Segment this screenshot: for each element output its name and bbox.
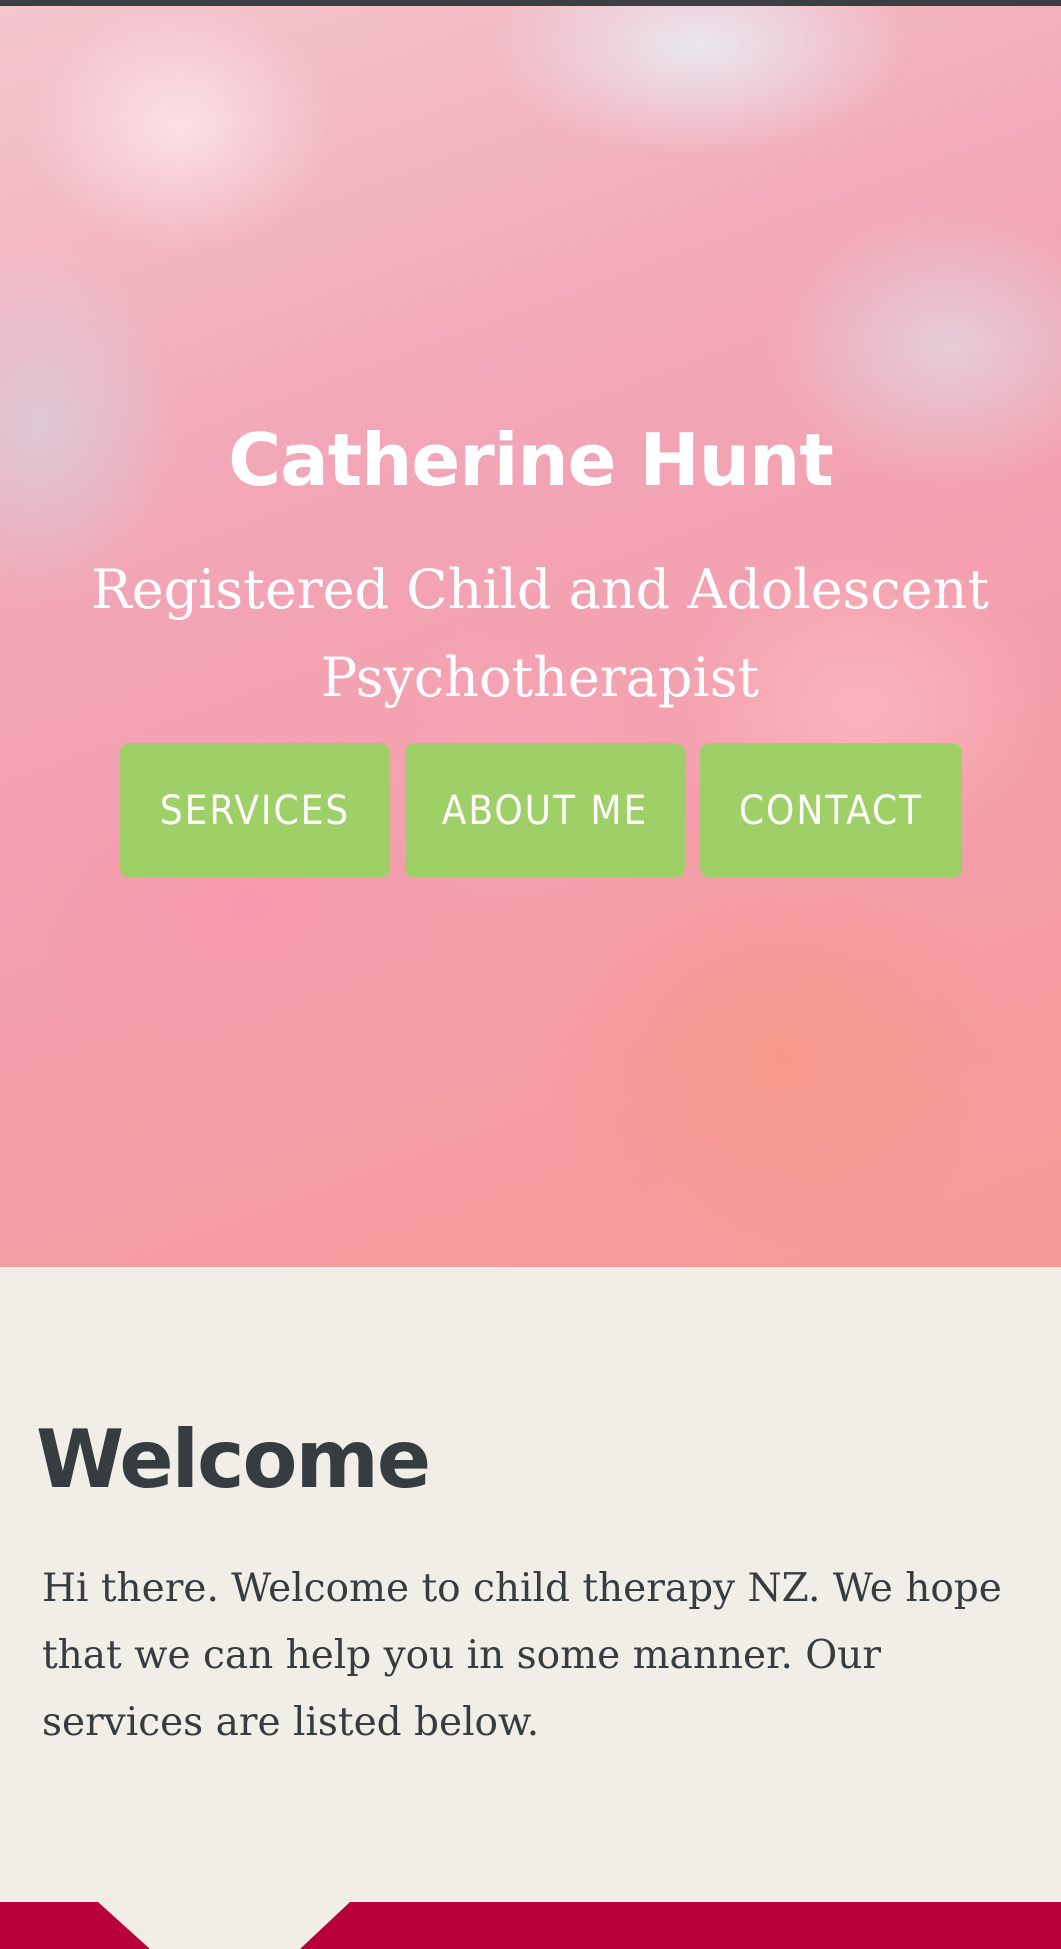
footer-band [0,1902,1061,1949]
hero-section: Catherine Hunt Registered Child and Adol… [0,6,1061,1267]
about-me-button[interactable]: ABOUT ME [405,743,685,878]
contact-button[interactable]: CONTACT [700,743,962,878]
welcome-heading: Welcome [36,1413,431,1506]
hero-title: Catherine Hunt [228,418,833,502]
hero-subtitle: Registered Child and Adolescent Psychoth… [90,558,990,709]
footer-accent-shape [0,1902,1061,1949]
services-button[interactable]: SERVICES [120,743,390,878]
welcome-paragraph: Hi there. Welcome to child therapy NZ. W… [42,1566,1002,1745]
